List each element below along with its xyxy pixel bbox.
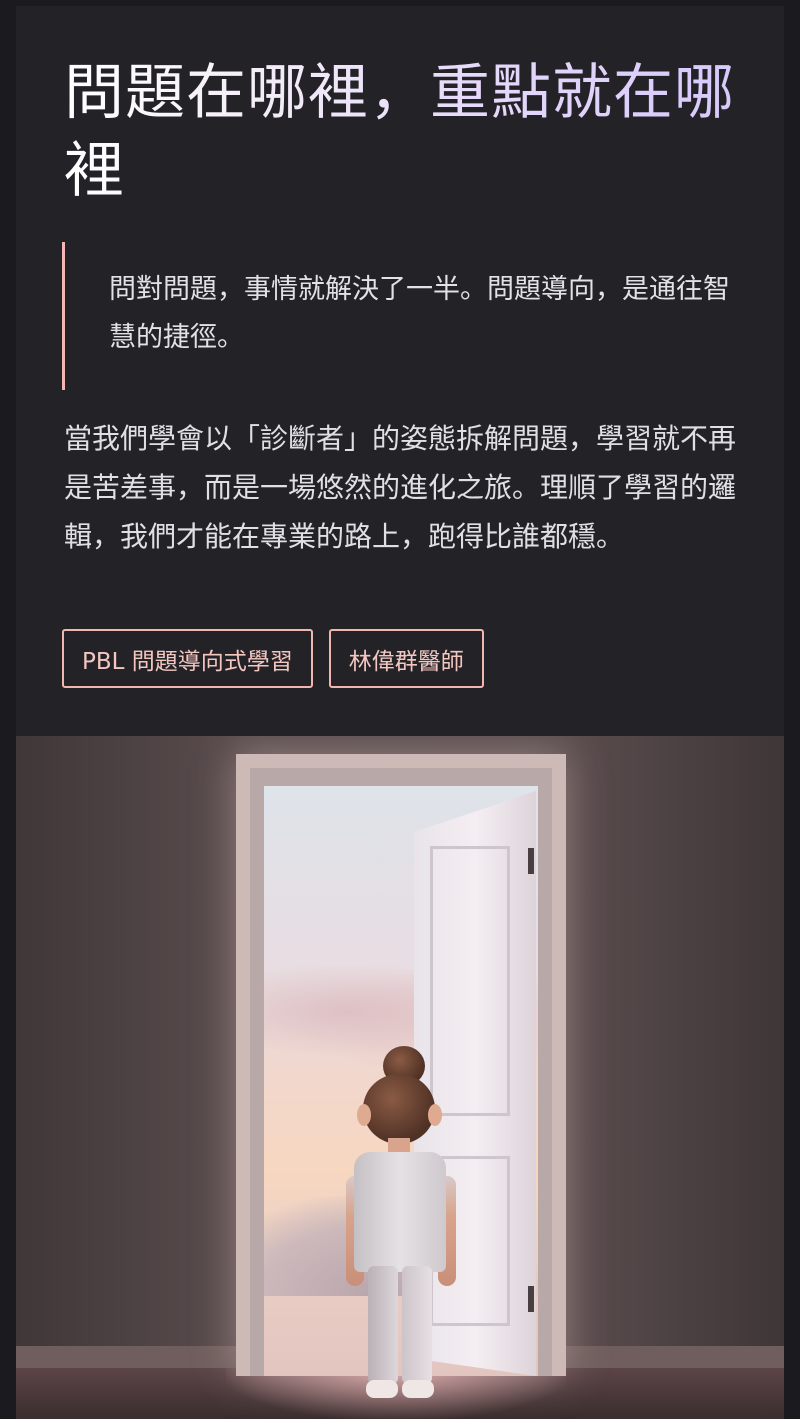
article-card: 問題在哪裡，重點就在哪裡 問對問題，事情就解決了一半。問題導向，是通往智慧的捷徑… — [16, 6, 784, 1419]
tag-list: PBL 問題導向式學習 林偉群醫師 — [62, 629, 484, 688]
girl-head — [363, 1074, 435, 1144]
page-title: 問題在哪裡，重點就在哪裡 — [64, 54, 754, 210]
article-content: 問題在哪裡，重點就在哪裡 問對問題，事情就解決了一半。問題導向，是通往智慧的捷徑… — [16, 6, 784, 736]
door-hinge-bottom — [528, 1286, 534, 1312]
wall-left — [16, 736, 236, 1419]
door-panel-upper — [430, 846, 510, 1116]
girl-shoe-right — [402, 1380, 434, 1398]
tag-pbl[interactable]: PBL 問題導向式學習 — [62, 629, 313, 688]
page: 問題在哪裡，重點就在哪裡 問對問題，事情就解決了一半。問題導向，是通往智慧的捷徑… — [0, 0, 800, 1419]
tag-author[interactable]: 林偉群醫師 — [328, 629, 484, 688]
door-hinge-top — [528, 848, 534, 874]
hero-illustration — [16, 736, 784, 1419]
girl-leg-right — [402, 1266, 432, 1384]
girl-shirt — [354, 1152, 446, 1272]
body-paragraph: 當我們學會以「診斷者」的姿態拆解問題，學習就不再是苦差事，而是一場悠然的進化之旅… — [64, 422, 737, 553]
girl-ear-right — [428, 1104, 442, 1126]
blockquote: 問對問題，事情就解決了一半。問題導向，是通往智慧的捷徑。 — [62, 242, 742, 390]
girl-shoe-left — [366, 1380, 398, 1398]
girl-leg-left — [368, 1266, 398, 1384]
wall-right — [564, 736, 784, 1419]
girl-ear-left — [357, 1104, 371, 1126]
